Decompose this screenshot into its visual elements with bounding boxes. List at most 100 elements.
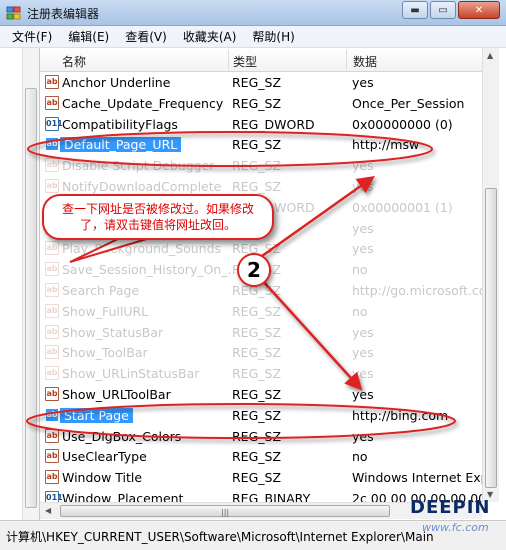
- value-name: NotifyDownloadComplete: [62, 178, 222, 194]
- close-button[interactable]: ✕: [458, 1, 500, 19]
- table-row[interactable]: ab Show_URLinStatusBar REG_SZ yes: [40, 363, 482, 384]
- string-value-icon: ab: [45, 449, 59, 464]
- menu-help[interactable]: 帮助(H): [244, 28, 302, 45]
- value-type: REG_SZ: [232, 407, 282, 423]
- value-type: REG_SZ: [232, 386, 282, 402]
- value-data: no: [352, 449, 368, 465]
- table-row[interactable]: ab Show_ToolBar REG_SZ yes: [40, 342, 482, 363]
- column-data-header[interactable]: 数据: [353, 53, 377, 70]
- value-data: 0x00000001 (1): [352, 199, 453, 215]
- string-value-icon: ab: [45, 428, 59, 443]
- value-type: REG_SZ: [232, 303, 282, 319]
- vertical-scroll-thumb[interactable]: [485, 188, 497, 488]
- watermark-brand: DEEPIN: [410, 497, 491, 518]
- table-row[interactable]: ab Use_DlgBox_Colors REG_SZ yes: [40, 426, 482, 447]
- column-name-header[interactable]: 名称: [62, 53, 86, 70]
- menu-edit[interactable]: 编辑(E): [60, 28, 117, 45]
- menu-file[interactable]: 文件(F): [4, 28, 60, 45]
- value-data: yes: [352, 178, 374, 194]
- step-number-badge: 2: [237, 253, 271, 287]
- value-type: REG_SZ: [232, 470, 282, 486]
- value-data: http://bing.com: [352, 407, 449, 423]
- watermark-site: www.fc.com: [422, 521, 489, 534]
- string-value-icon: ab: [45, 470, 59, 485]
- value-name: Anchor Underline: [62, 75, 171, 90]
- value-data: http://go.microsoft.co: [352, 282, 482, 298]
- value-name: Default_Page_URL: [60, 137, 182, 153]
- value-type: REG_SZ: [232, 75, 282, 90]
- value-type: REG_DWORD: [232, 116, 315, 132]
- value-name: Window Title: [62, 470, 143, 486]
- string-value-icon: ab: [45, 262, 59, 277]
- string-value-icon: ab: [45, 407, 59, 422]
- registry-path: 计算机\HKEY_CURRENT_USER\Software\Microsoft…: [6, 530, 434, 544]
- menu-view[interactable]: 查看(V): [117, 28, 175, 45]
- value-data: 0x00000000 (0): [352, 116, 453, 132]
- tree-scrollbar-thumb[interactable]: [25, 88, 37, 508]
- string-value-icon: ab: [45, 95, 59, 110]
- table-row[interactable]: ab Cache_Update_Frequency REG_SZ Once_Per_S…: [40, 93, 482, 114]
- string-value-icon: ab: [45, 324, 59, 339]
- window-title: 注册表编辑器: [27, 7, 100, 21]
- value-name: UseClearType: [62, 449, 147, 465]
- table-row[interactable]: ab Default_Page_URL REG_SZ http://msw: [40, 134, 482, 155]
- menu-favorites[interactable]: 收藏夹(A): [175, 28, 245, 45]
- value-name: Save_Session_History_On_...: [62, 262, 240, 278]
- list-vertical-scrollbar[interactable]: ▲ ▼: [482, 48, 499, 502]
- value-data: no: [352, 262, 368, 278]
- value-data: no: [352, 303, 368, 319]
- column-type-header[interactable]: 类型: [233, 53, 257, 70]
- table-row[interactable]: 011 CompatibilityFlags REG_DWORD 0x00000000…: [40, 114, 482, 135]
- value-data: yes: [352, 366, 374, 382]
- string-value-icon: ab: [45, 75, 59, 89]
- value-name: Cache_Update_Frequency: [62, 95, 224, 111]
- table-row[interactable]: ab Show_FullURL REG_SZ no: [40, 301, 482, 322]
- value-name: Start Page: [60, 407, 133, 423]
- table-row[interactable]: ab Show_URLToolBar REG_SZ yes: [40, 384, 482, 405]
- value-name: Window_Placement: [62, 490, 184, 502]
- horizontal-scroll-thumb[interactable]: |||: [60, 505, 390, 517]
- value-name: Show_StatusBar: [62, 324, 164, 340]
- value-data: http://msw: [352, 137, 420, 153]
- string-value-icon: ab: [45, 158, 59, 173]
- value-data: yes: [352, 345, 374, 361]
- value-name: Show_FullURL: [62, 303, 149, 319]
- string-value-icon: ab: [45, 241, 59, 256]
- minimize-button[interactable]: ▬: [402, 1, 428, 19]
- scroll-left-arrow[interactable]: ◀: [45, 506, 51, 515]
- value-name: Show_URLinStatusBar: [62, 366, 200, 382]
- string-value-icon: ab: [45, 178, 59, 193]
- table-row[interactable]: ab Disable Script Debugger REG_SZ yes: [40, 155, 482, 176]
- string-value-icon: ab: [45, 137, 59, 152]
- value-data: yes: [352, 324, 374, 340]
- value-data: yes: [352, 75, 374, 90]
- string-value-icon: ab: [45, 366, 59, 381]
- table-row[interactable]: ab UseClearType REG_SZ no: [40, 446, 482, 467]
- binary-value-icon: 011: [45, 490, 63, 502]
- string-value-icon: ab: [45, 303, 59, 318]
- value-name: Play_Background_Sounds: [62, 241, 222, 257]
- table-row[interactable]: ab Anchor Underline REG_SZ yes: [40, 72, 482, 93]
- table-row[interactable]: ab Window Title REG_SZ Windows Internet Exp: [40, 467, 482, 488]
- table-row[interactable]: ab Start Page REG_SZ http://bing.com: [40, 405, 482, 426]
- string-value-icon: ab: [45, 386, 59, 401]
- value-data: yes: [352, 241, 374, 257]
- scroll-up-arrow[interactable]: ▲: [487, 51, 493, 60]
- value-data: Once_Per_Session: [352, 95, 465, 111]
- value-name: Disable Script Debugger: [62, 158, 215, 174]
- value-data: yes: [352, 428, 374, 444]
- value-name: Show_URLToolBar: [62, 386, 171, 402]
- value-type: REG_SZ: [232, 366, 282, 382]
- registry-editor-icon: [6, 6, 21, 20]
- value-type: REG_SZ: [232, 95, 282, 111]
- menu-bar: 文件(F) 编辑(E) 查看(V) 收藏夹(A) 帮助(H): [0, 26, 506, 48]
- instruction-callout: 查一下网址是否被修改过。如果修改了，请双击键值将网址改回。: [42, 194, 274, 240]
- value-name: CompatibilityFlags: [62, 116, 178, 132]
- value-data: yes: [352, 220, 374, 236]
- table-row[interactable]: ab Show_StatusBar REG_SZ yes: [40, 322, 482, 343]
- binary-value-icon: 011: [45, 116, 63, 131]
- value-type: REG_SZ: [232, 449, 282, 465]
- tree-scrollbar[interactable]: [22, 48, 39, 520]
- maximize-button[interactable]: ▭: [430, 1, 456, 19]
- value-data: Windows Internet Exp: [352, 470, 482, 486]
